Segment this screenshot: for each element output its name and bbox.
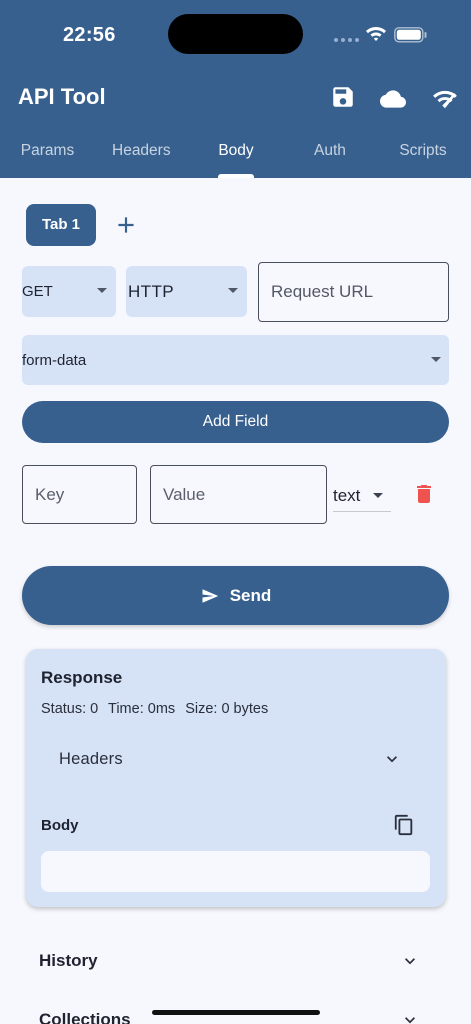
response-size: Size: 0 bytes — [185, 701, 269, 717]
field-value-input[interactable] — [150, 465, 327, 524]
status-time: 22:56 — [63, 24, 116, 46]
response-body-box[interactable] — [41, 851, 430, 892]
history-label: History — [39, 951, 98, 970]
dynamic-island — [168, 14, 303, 54]
request-tabs: Params Headers Body Auth Scripts — [0, 136, 471, 178]
chevron-down-icon — [405, 1017, 415, 1024]
app-bar: 22:56 API Tool Params Headers Body Auth … — [0, 0, 471, 178]
chevron-down-icon — [228, 288, 238, 293]
protocol-select[interactable]: HTTP — [126, 266, 247, 317]
method-select[interactable]: GET — [22, 266, 116, 317]
wifi-icon — [366, 27, 386, 41]
plus-icon[interactable] — [113, 212, 139, 238]
field-type-value: text — [333, 486, 361, 505]
response-headers-expander[interactable]: Headers — [26, 737, 446, 783]
request-url-input[interactable] — [258, 262, 449, 322]
cloud-icon[interactable] — [380, 86, 406, 112]
send-label: Send — [229, 585, 272, 605]
battery-icon — [394, 27, 427, 43]
tab-auth[interactable]: Auth — [290, 136, 370, 178]
body-type-select[interactable]: form-data — [22, 335, 449, 385]
protocol-value: HTTP — [128, 281, 174, 301]
save-icon[interactable] — [330, 84, 356, 110]
request-tab-chip[interactable]: Tab 1 — [26, 204, 96, 246]
history-expander[interactable]: History — [22, 937, 449, 987]
send-button[interactable]: Send — [22, 566, 449, 625]
tab-headers[interactable]: Headers — [104, 136, 176, 178]
response-title: Response — [41, 668, 123, 687]
method-value: GET — [22, 283, 53, 300]
tab-params[interactable]: Params — [10, 136, 85, 178]
trash-icon[interactable] — [412, 482, 436, 506]
field-type-select[interactable]: text — [333, 476, 391, 512]
field-key-input[interactable] — [22, 465, 137, 524]
response-body-label: Body — [41, 817, 79, 834]
app-title: API Tool — [18, 84, 106, 109]
chevron-down-icon — [373, 493, 383, 498]
tab-scripts[interactable]: Scripts — [380, 136, 466, 178]
response-headers-label: Headers — [59, 750, 123, 768]
chevron-down-icon — [431, 357, 441, 362]
chevron-down-icon — [405, 958, 415, 965]
body-type-value: form-data — [22, 351, 87, 369]
active-tab-indicator — [218, 174, 254, 178]
send-icon — [202, 588, 218, 603]
signal-dots-icon — [334, 38, 359, 42]
copy-icon[interactable] — [393, 814, 415, 836]
response-status-line: Status: 0 Time: 0ms Size: 0 bytes — [41, 701, 274, 717]
collections-label: Collections — [39, 1010, 131, 1024]
chevron-down-icon — [387, 756, 397, 763]
chevron-down-icon — [97, 288, 107, 293]
network-signal-icon[interactable] — [432, 86, 458, 112]
tab-body[interactable]: Body — [196, 136, 276, 178]
response-status: Status: 0 — [41, 701, 99, 717]
response-card: Response Status: 0 Time: 0ms Size: 0 byt… — [26, 649, 446, 907]
add-field-button[interactable]: Add Field — [22, 401, 449, 443]
home-indicator — [152, 1010, 320, 1015]
response-time: Time: 0ms — [108, 701, 176, 717]
